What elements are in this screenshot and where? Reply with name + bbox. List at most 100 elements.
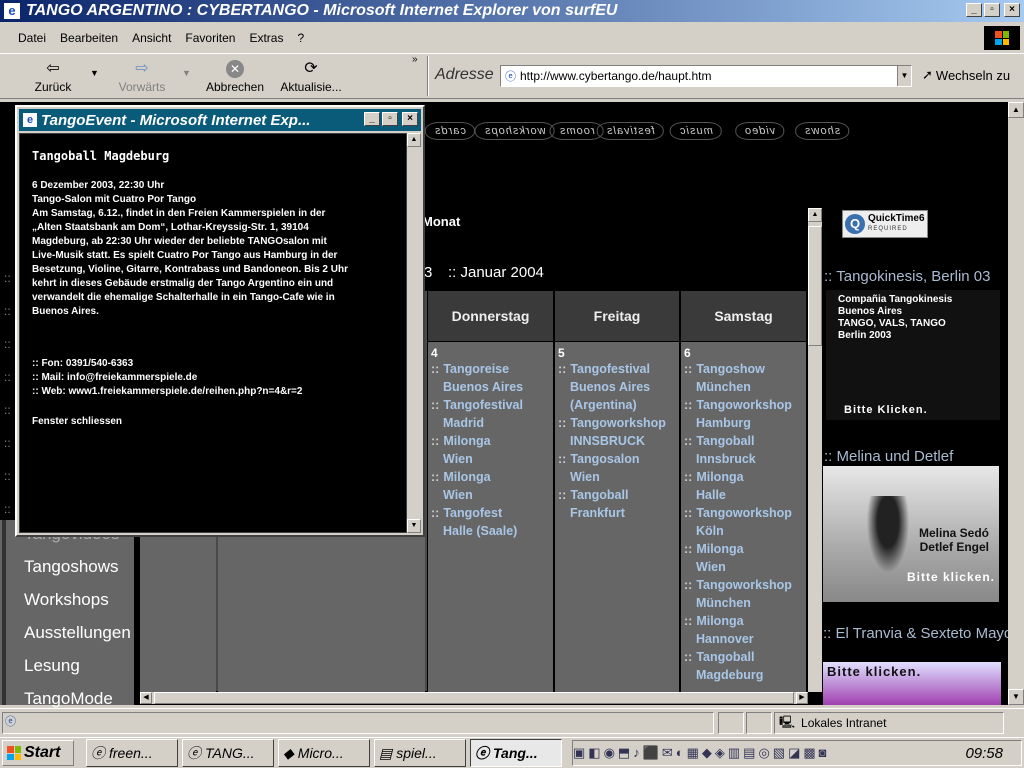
event-link[interactable]: :: Milonga Hannover bbox=[684, 612, 803, 648]
ad-melina[interactable]: Melina Sedó Detlef Engel Bitte klicken. bbox=[823, 466, 999, 602]
main-vertical-scrollbar[interactable]: ▲ ▼ bbox=[1008, 102, 1024, 705]
event-link[interactable]: :: Milonga Wien bbox=[684, 540, 803, 576]
event-link[interactable]: :: Tangoball Innsbruck bbox=[684, 432, 803, 468]
close-window-link[interactable]: Fenster schliessen bbox=[32, 415, 394, 429]
menu-bearbeiten[interactable]: Bearbeiten bbox=[60, 31, 118, 45]
nav-video[interactable]: video bbox=[735, 122, 785, 140]
nav-rooms[interactable]: rooms bbox=[550, 122, 604, 140]
task-tang-active[interactable]: ⓔ Tang... bbox=[470, 739, 562, 767]
ad-line: TANGO, VALS, TANGO bbox=[838, 318, 946, 329]
popup-maximize-button[interactable]: ▫ bbox=[382, 112, 398, 126]
event-name: Tangoball bbox=[570, 488, 629, 502]
event-name: Tangoball bbox=[696, 434, 755, 448]
event-link[interactable]: :: Tangofest Halle (Saale) bbox=[431, 504, 550, 540]
event-bullet: :: bbox=[558, 362, 567, 376]
stop-button[interactable]: ✕ Abbrechen bbox=[200, 58, 270, 94]
task-tang-1[interactable]: ⓔ TANG... bbox=[182, 739, 274, 767]
forward-button[interactable]: ⇨ Vorwärts bbox=[112, 58, 172, 94]
main-scroll-up-icon[interactable]: ▲ bbox=[1008, 102, 1024, 118]
scroll-right-icon[interactable]: ▶ bbox=[796, 692, 808, 704]
tray-icons[interactable]: ▣◧◉⬒♪⬛✉◐▦◆◈▥▤◎▧◪▩◙ bbox=[573, 745, 830, 761]
menu-datei[interactable]: Datei bbox=[18, 31, 46, 45]
event-link[interactable]: :: Milonga Wien bbox=[431, 468, 550, 504]
ad-tangokinesis[interactable]: Compañia Tangokinesis Buenos Aires TANGO… bbox=[826, 290, 1000, 420]
event-link[interactable]: :: Milonga Wien bbox=[431, 432, 550, 468]
event-link[interactable]: :: Tangoworkshop INNSBRUCK bbox=[558, 414, 676, 450]
menu-favoriten[interactable]: Favoriten bbox=[185, 31, 235, 45]
task-label: TANG... bbox=[205, 745, 255, 761]
contact-mail[interactable]: :: Mail: info@freiekammerspiele.de bbox=[32, 371, 394, 385]
left-menu-ausstellungen[interactable]: Ausstellungen bbox=[24, 623, 131, 643]
event-link[interactable]: :: Tangoshow München bbox=[684, 360, 803, 396]
nav-shows[interactable]: shows bbox=[795, 122, 850, 140]
back-dropdown-icon[interactable]: ▼ bbox=[90, 68, 99, 78]
event-link[interactable]: :: Tangofestival Madrid bbox=[431, 396, 550, 432]
month-label: Monat bbox=[422, 214, 461, 229]
forward-dropdown-icon[interactable]: ▼ bbox=[182, 68, 191, 78]
popup-close-button[interactable]: × bbox=[402, 112, 418, 126]
go-label: Wechseln zu bbox=[935, 67, 1011, 83]
event-location: Wien bbox=[443, 452, 473, 466]
scroll-thumb[interactable] bbox=[808, 226, 822, 346]
event-link[interactable]: :: Milonga Halle bbox=[684, 468, 803, 504]
task-spiel[interactable]: ▤ spiel... bbox=[374, 739, 466, 767]
event-name: Tangoworkshop bbox=[570, 416, 666, 430]
popup-scrollbar[interactable]: ▲ ▼ bbox=[407, 133, 421, 533]
event-link[interactable]: :: Tangoreise Buenos Aires bbox=[431, 360, 550, 396]
nav-festivals[interactable]: festivals bbox=[597, 122, 664, 140]
nav-music[interactable]: music bbox=[670, 122, 722, 140]
event-location: Buenos Aires (Argentina) bbox=[570, 380, 651, 412]
scroll-left-icon[interactable]: ◀ bbox=[140, 692, 152, 704]
menu-ansicht[interactable]: Ansicht bbox=[132, 31, 171, 45]
frame-horizontal-scrollbar[interactable]: ◀ ▶ bbox=[140, 692, 808, 704]
refresh-button[interactable]: ⟳ Aktualisie... bbox=[274, 58, 348, 94]
event-link[interactable]: :: Tangofestival Buenos Aires (Argentina) bbox=[558, 360, 676, 414]
nav-cards[interactable]: cards bbox=[425, 122, 475, 140]
event-text-line: 6 Dezember 2003, 22:30 Uhr bbox=[32, 180, 165, 191]
menu-extras[interactable]: Extras bbox=[249, 31, 283, 45]
left-menu-tangomode[interactable]: TangoMode bbox=[24, 689, 113, 709]
event-link[interactable]: :: Tangoworkshop Hamburg bbox=[684, 396, 803, 432]
task-freen[interactable]: ⓔ freen... bbox=[86, 739, 178, 767]
address-input[interactable]: ⓔ http://www.cybertango.de/haupt.htm ▼ bbox=[500, 65, 912, 87]
left-menu-lesung[interactable]: Lesung bbox=[24, 656, 80, 676]
ad-line: Detlef Engel bbox=[919, 540, 989, 554]
hscroll-thumb[interactable] bbox=[154, 692, 794, 704]
event-text-line: Besetzung, Violine, Gitarre, Kontrabass … bbox=[32, 264, 348, 275]
nav-workshops[interactable]: workshops bbox=[475, 122, 555, 140]
maximize-button[interactable]: ▫ bbox=[984, 3, 1000, 17]
event-link[interactable]: :: Tangoworkshop München bbox=[684, 576, 803, 612]
event-link[interactable]: :: Tangosalon Wien bbox=[558, 450, 676, 486]
windows-flag-icon bbox=[7, 746, 21, 760]
contact-web[interactable]: :: Web: www1.freiekammerspiele.de/reihen… bbox=[32, 385, 394, 399]
back-button[interactable]: ⇦ Zurück bbox=[28, 58, 78, 94]
start-button[interactable]: Start bbox=[2, 740, 74, 766]
popup-minimize-button[interactable]: _ bbox=[364, 112, 380, 126]
address-dropdown-icon[interactable]: ▼ bbox=[897, 66, 911, 86]
quicktime-badge[interactable]: Q QuickTime6 REQUIRED bbox=[842, 210, 928, 238]
ad-line: Compañia Tangokinesis bbox=[838, 294, 953, 305]
toolbar-chevron-icon[interactable]: » bbox=[412, 54, 418, 65]
task-micro[interactable]: ◆ Micro... bbox=[278, 739, 370, 767]
ad-tranvia[interactable]: Bitte klicken. bbox=[823, 662, 1001, 705]
event-bullet: :: bbox=[684, 578, 693, 592]
event-link[interactable]: :: Tangoworkshop Köln bbox=[684, 504, 803, 540]
left-menu-workshops[interactable]: Workshops bbox=[24, 590, 109, 610]
popup-scroll-up-icon[interactable]: ▲ bbox=[407, 133, 421, 147]
event-link[interactable]: :: Tangoball Frankfurt bbox=[558, 486, 676, 522]
go-button[interactable]: ➚ Wechseln zu bbox=[922, 67, 1010, 83]
popup-scroll-down-icon[interactable]: ▼ bbox=[407, 519, 421, 533]
event-link[interactable]: :: Tangoball Magdeburg bbox=[684, 648, 803, 684]
go-arrow-icon: ➚ bbox=[922, 67, 933, 82]
menu-help[interactable]: ? bbox=[297, 31, 304, 45]
clock: 09:58 bbox=[965, 744, 1003, 762]
close-button[interactable]: × bbox=[1004, 3, 1020, 17]
ad-title-melina: :: Melina und Detlef bbox=[824, 448, 954, 465]
main-scroll-down-icon[interactable]: ▼ bbox=[1008, 689, 1024, 705]
left-menu-tangoshows[interactable]: Tangoshows bbox=[24, 557, 119, 577]
task-label: spiel... bbox=[396, 745, 437, 761]
popup-title-bar: e TangoEvent - Microsoft Internet Exp...… bbox=[19, 109, 421, 131]
frame-vertical-scrollbar[interactable]: ▲ bbox=[808, 208, 822, 692]
scroll-up-icon[interactable]: ▲ bbox=[808, 208, 822, 222]
minimize-button[interactable]: _ bbox=[966, 3, 982, 17]
